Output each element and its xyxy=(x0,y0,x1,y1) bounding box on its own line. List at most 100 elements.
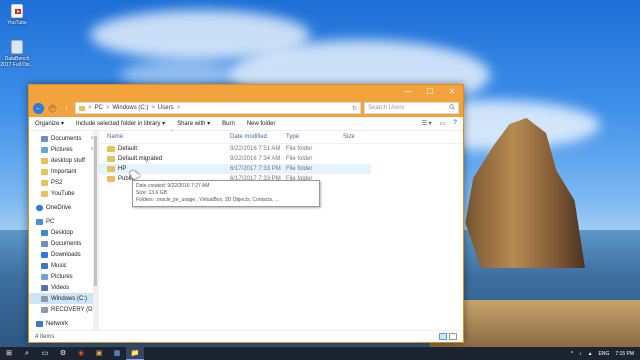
file-name: Default xyxy=(118,146,138,152)
close-button[interactable]: ✕ xyxy=(441,85,463,99)
browser-icon[interactable]: ◉ xyxy=(72,347,90,360)
sidebar-item-pictures[interactable]: Pictures✎ xyxy=(29,144,98,155)
sidebar-item-downloads[interactable]: Downloads xyxy=(29,249,98,260)
folder-icon xyxy=(41,168,48,175)
sidebar-item-onedrive[interactable]: OneDrive xyxy=(29,202,98,213)
explorer-window: — ☐ ✕ ← → ↑ > PC > Windows (C:) > Users … xyxy=(28,84,464,343)
sidebar-item-recovery-d[interactable]: RECOVERY (D:) xyxy=(29,304,98,315)
tray-overflow-icon[interactable]: ^ xyxy=(571,351,573,357)
breadcrumb-drive[interactable]: Windows (C:) xyxy=(112,105,148,111)
sidebar-item-youtube[interactable]: YouTube xyxy=(29,188,98,199)
sidebar-item-label: Downloads xyxy=(51,251,81,258)
task-view-icon[interactable]: ▭ xyxy=(36,347,54,360)
large-icons-view-icon[interactable] xyxy=(449,333,457,340)
app-icon[interactable]: ▣ xyxy=(90,347,108,360)
taskbar: ⊞ ⌕ ▭ ⚙ ◉ ▣ ▦ 📁 ^ ♪ ▲ ENG 7:15 PM xyxy=(0,347,640,360)
column-type[interactable]: Type xyxy=(286,134,343,140)
drive-icon xyxy=(41,295,48,302)
share-with-button[interactable]: Share with ▾ xyxy=(177,120,210,127)
folder-icon xyxy=(107,176,115,182)
language-indicator[interactable]: ENG xyxy=(599,351,610,357)
sidebar-item-windows-c[interactable]: Windows (C:) xyxy=(29,293,98,304)
minimize-button[interactable]: — xyxy=(397,85,419,99)
maximize-button[interactable]: ☐ xyxy=(419,85,441,99)
sidebar-item-documents[interactable]: Documents✎ xyxy=(29,133,98,144)
folder-icon xyxy=(41,190,48,197)
new-folder-button[interactable]: New folder xyxy=(247,121,276,127)
sidebar-item-pictures-pc[interactable]: Pictures xyxy=(29,271,98,282)
address-bar[interactable]: > PC > Windows (C:) > Users > ↻ xyxy=(75,102,361,114)
sidebar-item-label: PC xyxy=(46,218,55,225)
organize-button[interactable]: Organize ▾ xyxy=(35,120,64,127)
folder-icon xyxy=(107,166,115,172)
search-placeholder: Search Users xyxy=(368,105,405,111)
burn-button[interactable]: Burn xyxy=(222,121,235,127)
search-icon[interactable]: ⌕ xyxy=(18,347,36,360)
file-row[interactable]: HP 6/17/2017 7:33 PM File folder xyxy=(99,164,371,174)
file-type: File folder xyxy=(286,146,313,152)
sidebar-item-label: Videos xyxy=(51,284,70,291)
settings-icon[interactable]: ⚙ xyxy=(54,347,72,360)
forward-button[interactable]: → xyxy=(47,102,58,114)
file-list: ^ Name Date modified Type Size Default 9/… xyxy=(99,129,463,330)
breadcrumb-separator: > xyxy=(151,105,155,111)
folder-icon xyxy=(79,105,85,111)
sidebar-item-label: PS2 xyxy=(51,179,63,186)
pictures-icon xyxy=(41,146,48,153)
search-input[interactable]: Search Users xyxy=(364,102,459,114)
videos-icon xyxy=(41,284,48,291)
up-button[interactable]: ↑ xyxy=(61,103,72,114)
folder-icon xyxy=(41,179,48,186)
clock[interactable]: 7:15 PM xyxy=(615,351,634,357)
breadcrumb-users[interactable]: Users xyxy=(158,105,174,111)
sidebar-item-ps2[interactable]: PS2 xyxy=(29,177,98,188)
sidebar-item-desktop[interactable]: Desktop xyxy=(29,227,98,238)
view-options-icon[interactable]: ☰ ▾ xyxy=(422,120,432,127)
title-bar[interactable]: — ☐ ✕ xyxy=(29,85,463,99)
sidebar-item-network[interactable]: Network xyxy=(29,318,98,329)
pictures-icon xyxy=(41,273,48,280)
sidebar-item-label: Documents xyxy=(51,240,82,247)
tooltip-folders: Folders: .oracle_jre_usage, .VirtualBox,… xyxy=(136,197,280,203)
folder-icon xyxy=(41,157,48,164)
folder-icon xyxy=(107,156,115,162)
back-button[interactable]: ← xyxy=(33,102,44,114)
sidebar-item-important[interactable]: Important xyxy=(29,166,98,177)
start-button[interactable]: ⊞ xyxy=(0,347,18,360)
breadcrumb-separator: > xyxy=(176,105,181,111)
preview-pane-icon[interactable]: ▭ xyxy=(440,120,446,127)
breadcrumb-pc[interactable]: PC xyxy=(95,105,103,111)
computer-icon xyxy=(36,218,43,225)
details-view-icon[interactable] xyxy=(439,333,447,340)
desktop-icon-youtube[interactable]: YouTube xyxy=(0,4,34,26)
desktop-icon-databench[interactable]: DataBench 2017 Full Dis... xyxy=(0,40,34,68)
column-name[interactable]: Name xyxy=(107,134,230,140)
help-icon[interactable]: ? xyxy=(453,120,457,127)
breadcrumb-separator: > xyxy=(105,105,110,111)
column-date-modified[interactable]: Date modified xyxy=(230,134,286,140)
tooltip-size: Size: 13.6 GB xyxy=(136,190,167,196)
download-icon xyxy=(41,251,48,258)
sidebar-item-pc[interactable]: PC xyxy=(29,216,98,227)
file-row[interactable]: Default 9/22/2016 7:51 AM File folder xyxy=(99,144,463,154)
sidebar-item-music[interactable]: Music xyxy=(29,260,98,271)
file-explorer-taskbar-icon[interactable]: 📁 xyxy=(126,347,144,360)
network-tray-icon[interactable]: ▲ xyxy=(588,351,593,357)
sidebar-item-label: YouTube xyxy=(51,190,75,197)
file-row[interactable]: Default.migrated 9/22/2016 7:34 AM File fo… xyxy=(99,154,463,164)
volume-icon[interactable]: ♪ xyxy=(579,351,582,357)
network-icon xyxy=(36,320,43,327)
include-in-library-button[interactable]: Include selected folder in library ▾ xyxy=(76,120,165,127)
sidebar-item-documents-pc[interactable]: Documents xyxy=(29,238,98,249)
sidebar-scrollbar[interactable] xyxy=(93,131,98,330)
column-size[interactable]: Size xyxy=(343,134,377,140)
app-icon[interactable]: ▦ xyxy=(108,347,126,360)
sidebar-item-desktop-stuff[interactable]: desktop stuff xyxy=(29,155,98,166)
scrollbar-thumb[interactable] xyxy=(94,136,97,286)
tooltip-date-created: Date created: 9/22/2016 7:27 AM xyxy=(136,183,210,189)
folder-icon xyxy=(107,146,115,152)
desktop-icon-label: YouTube xyxy=(7,20,27,26)
sidebar-item-videos[interactable]: Videos xyxy=(29,282,98,293)
refresh-icon[interactable]: ↻ xyxy=(352,105,357,112)
cloud-icon xyxy=(36,204,43,211)
